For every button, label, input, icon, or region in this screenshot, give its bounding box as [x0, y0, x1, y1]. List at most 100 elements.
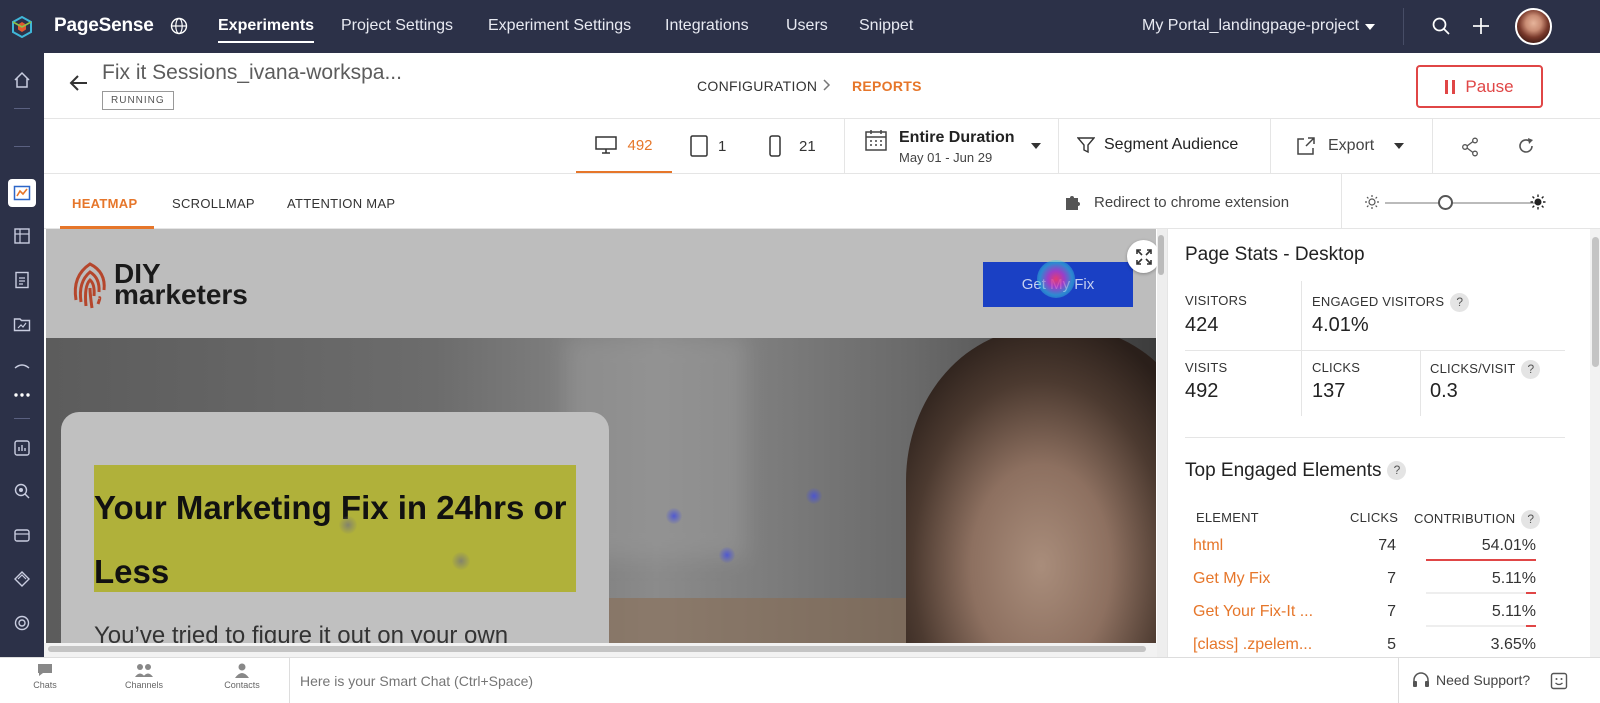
table-row[interactable]: Get My Fix 7 5.11%	[1168, 570, 1568, 603]
nav-snippet[interactable]: Snippet	[859, 17, 913, 35]
tab-heatmap[interactable]: HEATMAP	[72, 196, 137, 211]
scrollbar-thumb[interactable]	[1592, 237, 1599, 367]
scrollbar-thumb[interactable]	[1158, 235, 1164, 275]
chats-button[interactable]: Chats	[15, 662, 75, 690]
segment-audience-button[interactable]: Segment Audience	[1077, 136, 1238, 154]
clicks-label: CLICKS	[1312, 360, 1361, 375]
caret-down-icon[interactable]	[1365, 24, 1375, 30]
nav-users[interactable]: Users	[786, 17, 828, 35]
click-hotspot	[339, 516, 357, 534]
site-logo-text-line2: marketers	[114, 279, 248, 310]
help-icon[interactable]: ?	[1521, 510, 1541, 529]
caret-down-icon[interactable]	[1031, 143, 1041, 149]
tags-nav-icon[interactable]	[8, 565, 36, 593]
caret-down-icon	[1394, 143, 1405, 149]
date-range-title[interactable]: Entire Duration	[899, 129, 1015, 147]
chevron-right-icon	[823, 79, 831, 91]
help-icon[interactable]: ?	[1387, 461, 1407, 481]
element-name[interactable]: Get Your Fix-It ...	[1193, 603, 1313, 621]
redirect-chrome-extension-link[interactable]: Redirect to chrome extension	[1064, 192, 1289, 212]
divider	[14, 108, 30, 109]
plus-icon[interactable]	[1472, 17, 1490, 35]
chats-label: Chats	[33, 680, 57, 690]
element-contribution: 5.11%	[1491, 603, 1536, 620]
wallet-nav-icon[interactable]	[8, 521, 36, 549]
heatmap-preview[interactable]: DIY marketers Get My Fix Your Marketing …	[44, 229, 1167, 657]
element-name[interactable]: Get My Fix	[1193, 570, 1270, 588]
tablet-icon	[690, 135, 708, 157]
element-name[interactable]: html	[1193, 537, 1223, 555]
tab-scrollmap[interactable]: SCROLLMAP	[172, 196, 255, 211]
report-toolbar: 492 1 21 Entire Duration May 01 - Jun 29…	[44, 119, 1600, 174]
more-icon[interactable]	[8, 381, 36, 409]
export-button[interactable]: Export	[1296, 136, 1405, 156]
nav-project-settings[interactable]: Project Settings	[341, 17, 453, 35]
hero-person-image	[906, 338, 1156, 644]
funnel-nav-icon[interactable]	[8, 355, 36, 383]
preview-vertical-scrollbar[interactable]	[1157, 229, 1167, 657]
brightness-slider[interactable]	[1385, 202, 1537, 204]
globe-icon[interactable]	[170, 17, 188, 35]
clicks-per-visit-value: 0.3	[1430, 380, 1458, 402]
table-row[interactable]: [class] .zpelem... 5 3.65%	[1168, 636, 1568, 657]
nav-experiments[interactable]: Experiments	[218, 17, 315, 43]
fullscreen-expand-button[interactable]	[1127, 240, 1160, 273]
contribution-bar-fill	[1526, 625, 1536, 627]
click-hotspot	[666, 508, 682, 524]
table-nav-icon[interactable]	[8, 222, 36, 250]
map-type-tabs: HEATMAP SCROLLMAP ATTENTION MAP Redirect…	[44, 174, 1600, 229]
divider	[1185, 437, 1565, 438]
table-row[interactable]: html 74 54.01%	[1168, 537, 1568, 570]
device-tablet-tab[interactable]: 1	[690, 119, 726, 173]
breadcrumb-reports[interactable]: REPORTS	[852, 78, 922, 94]
need-support-button[interactable]: Need Support?	[1412, 671, 1530, 689]
forms-nav-icon[interactable]	[8, 266, 36, 294]
integrations-nav-icon[interactable]	[8, 609, 36, 637]
element-name[interactable]: [class] .zpelem...	[1193, 636, 1312, 654]
table-row[interactable]: Get Your Fix-It ... 7 5.11%	[1168, 603, 1568, 636]
element-clicks: 7	[1387, 603, 1396, 620]
experiment-name: Fix it Sessions_ivana-workspa...	[102, 61, 402, 84]
feedback-icon[interactable]	[1550, 672, 1568, 690]
engaged-visitors-text: ENGAGED VISITORS	[1312, 293, 1445, 309]
home-icon[interactable]	[8, 66, 36, 94]
brightness-high-icon	[1530, 194, 1546, 210]
channels-button[interactable]: Channels	[114, 662, 174, 690]
hero-background-shape	[606, 598, 956, 644]
refresh-icon[interactable]	[1517, 137, 1535, 155]
brightness-slider-handle[interactable]	[1438, 195, 1453, 210]
pause-button[interactable]: Pause	[1416, 65, 1543, 108]
app-logo-icon[interactable]	[0, 0, 44, 53]
portal-selector[interactable]: My Portal_landingpage-project	[1142, 17, 1359, 35]
analyze-nav-icon[interactable]	[8, 477, 36, 505]
divider	[1270, 119, 1271, 173]
help-icon[interactable]: ?	[1450, 293, 1470, 312]
nav-experiment-settings[interactable]: Experiment Settings	[488, 17, 631, 35]
element-contribution: 5.11%	[1491, 570, 1536, 587]
breadcrumb-configuration[interactable]: CONFIGURATION	[697, 78, 817, 94]
device-desktop-tab[interactable]: 492	[576, 119, 672, 173]
scrollbar-thumb[interactable]	[48, 646, 1146, 652]
device-mobile-tab[interactable]: 21	[769, 119, 816, 173]
headset-icon	[1412, 671, 1430, 689]
user-avatar[interactable]	[1515, 8, 1552, 45]
divider	[14, 418, 30, 419]
back-arrow-icon[interactable]	[69, 74, 89, 92]
tab-attention-map[interactable]: ATTENTION MAP	[287, 196, 395, 211]
status-badge: RUNNING	[102, 91, 174, 110]
date-range-value: May 01 - Jun 29	[899, 150, 993, 165]
sessions-nav-icon[interactable]	[8, 434, 36, 462]
visits-label: VISITS	[1185, 360, 1228, 375]
contacts-button[interactable]: Contacts	[212, 662, 272, 690]
share-icon[interactable]	[1461, 137, 1479, 157]
calendar-icon[interactable]	[864, 128, 888, 152]
reports-folder-icon[interactable]	[8, 310, 36, 338]
search-icon[interactable]	[1432, 17, 1450, 35]
nav-integrations[interactable]: Integrations	[665, 17, 749, 35]
help-icon[interactable]: ?	[1521, 360, 1541, 379]
contact-icon	[212, 662, 272, 678]
smart-chat-input[interactable]	[300, 671, 800, 691]
experiment-header: Fix it Sessions_ivana-workspa... RUNNING…	[44, 53, 1600, 119]
desktop-count: 492	[627, 136, 653, 154]
heatmap-nav-icon[interactable]	[8, 179, 36, 207]
